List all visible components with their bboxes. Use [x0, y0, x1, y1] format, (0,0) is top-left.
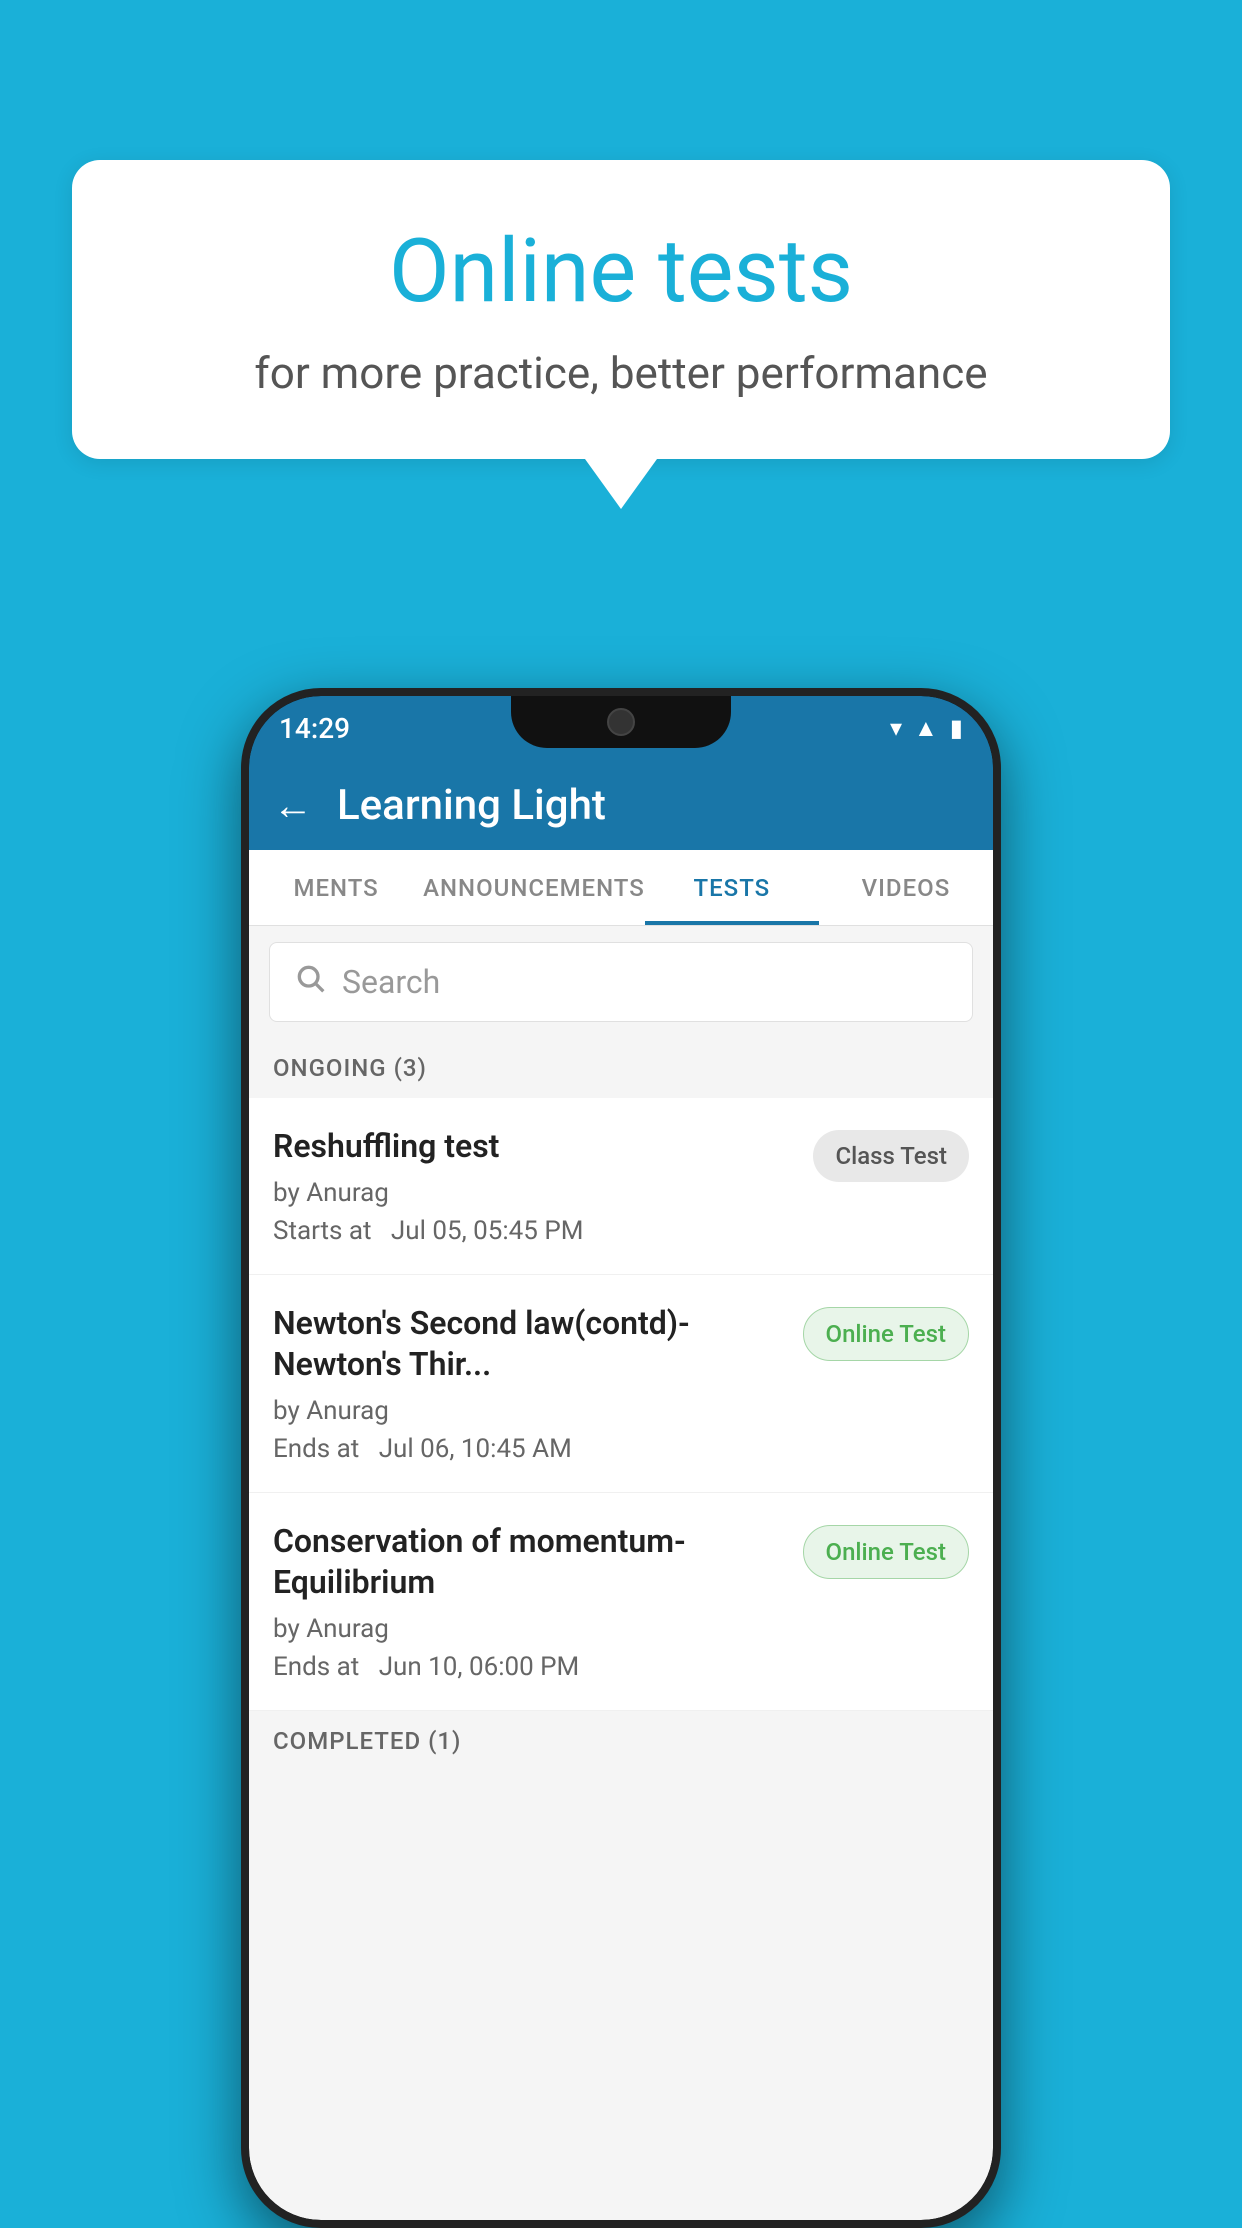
wifi-icon: ▾ [890, 714, 902, 742]
speech-bubble-title: Online tests [152, 220, 1090, 323]
test-info: Reshuffling test by Anurag Starts at Jul… [273, 1126, 797, 1246]
screen-content: Search ONGOING (3) Reshuffling test by A… [249, 926, 993, 2220]
app-header: ← Learning Light [249, 760, 993, 850]
status-icons: ▾ ▲ ▮ [890, 714, 963, 743]
tab-videos[interactable]: VIDEOS [819, 850, 993, 925]
status-time: 14:29 [279, 712, 350, 745]
tests-list: Reshuffling test by Anurag Starts at Jul… [249, 1098, 993, 1711]
tab-tests[interactable]: TESTS [645, 850, 819, 925]
test-author: by Anurag [273, 1396, 787, 1426]
search-container: Search [249, 926, 993, 1038]
test-name: Newton's Second law(contd)-Newton's Thir… [273, 1303, 787, 1386]
side-button-right-pwr [995, 1016, 1001, 1116]
test-name: Conservation of momentum-Equilibrium [273, 1521, 787, 1604]
speech-bubble-container: Online tests for more practice, better p… [72, 160, 1170, 509]
test-time: Ends at Jun 10, 06:00 PM [273, 1652, 787, 1682]
speech-bubble: Online tests for more practice, better p… [72, 160, 1170, 459]
test-item[interactable]: Newton's Second law(contd)-Newton's Thir… [249, 1275, 993, 1493]
signal-icon: ▲ [914, 714, 938, 743]
back-button[interactable]: ← [273, 782, 313, 829]
ongoing-section-header: ONGOING (3) [249, 1038, 993, 1098]
test-author: by Anurag [273, 1614, 787, 1644]
speech-bubble-subtitle: for more practice, better performance [152, 347, 1090, 399]
tabs-container: MENTS ANNOUNCEMENTS TESTS VIDEOS [249, 850, 993, 926]
test-item[interactable]: Reshuffling test by Anurag Starts at Jul… [249, 1098, 993, 1275]
test-info: Conservation of momentum-Equilibrium by … [273, 1521, 787, 1682]
battery-icon: ▮ [950, 714, 963, 742]
app-title: Learning Light [337, 781, 606, 830]
search-placeholder: Search [342, 963, 440, 1001]
test-badge-online: Online Test [803, 1307, 969, 1361]
test-name: Reshuffling test [273, 1126, 797, 1168]
speech-bubble-pointer [585, 459, 657, 509]
side-button-left [241, 956, 247, 1036]
tab-ments[interactable]: MENTS [249, 850, 423, 925]
tab-announcements[interactable]: ANNOUNCEMENTS [423, 850, 645, 925]
test-time: Ends at Jul 06, 10:45 AM [273, 1434, 787, 1464]
phone-notch [511, 696, 731, 748]
search-icon [294, 961, 326, 1003]
phone-camera [607, 708, 635, 736]
test-time: Starts at Jul 05, 05:45 PM [273, 1216, 797, 1246]
test-info: Newton's Second law(contd)-Newton's Thir… [273, 1303, 787, 1464]
completed-section-header: COMPLETED (1) [249, 1711, 993, 1771]
test-badge-online: Online Test [803, 1525, 969, 1579]
test-item[interactable]: Conservation of momentum-Equilibrium by … [249, 1493, 993, 1711]
side-button-right-vol [995, 916, 1001, 976]
test-author: by Anurag [273, 1178, 797, 1208]
search-bar[interactable]: Search [269, 942, 973, 1022]
phone-frame: 14:29 ▾ ▲ ▮ ← Learning Light MENTS ANNOU… [241, 688, 1001, 2228]
test-badge-class: Class Test [813, 1130, 969, 1182]
